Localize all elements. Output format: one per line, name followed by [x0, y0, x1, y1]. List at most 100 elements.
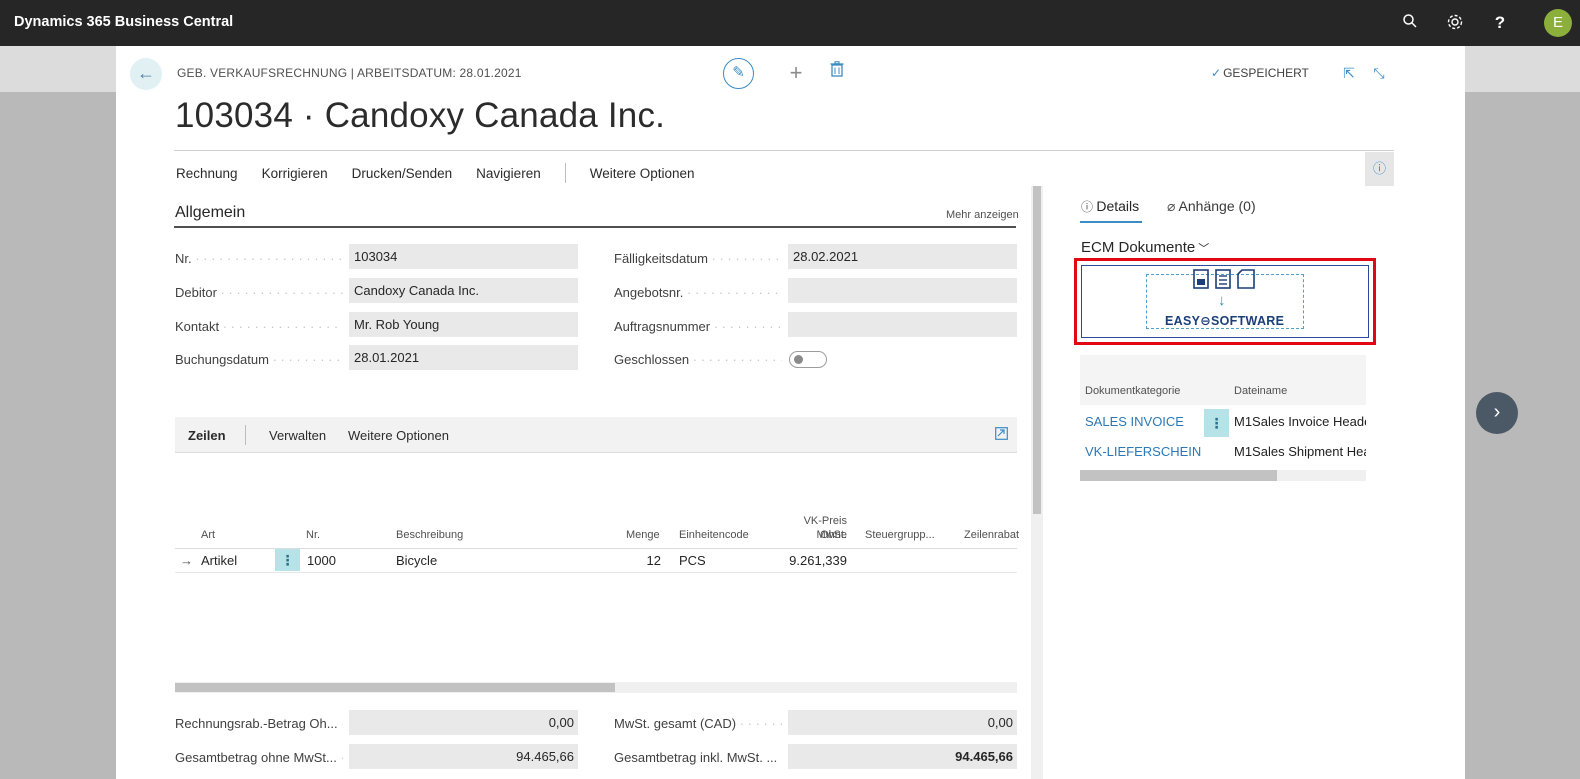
field-label-customer: Debitor: [175, 285, 343, 300]
total-label-excl-vat: Gesamtbetrag ohne MwSt...: [175, 750, 343, 765]
lines-separator: [245, 425, 246, 445]
lines-header: Zeilen Verwalten Weitere Optionen: [175, 417, 1017, 453]
doc-table-header: Dokumentkategorie Dateiname: [1080, 355, 1366, 405]
help-icon[interactable]: ?: [1490, 13, 1510, 33]
tab-underline: [1080, 221, 1142, 223]
col-header-file-name[interactable]: Dateiname: [1234, 385, 1287, 397]
action-navigieren[interactable]: Navigieren: [476, 166, 541, 181]
col-header-description[interactable]: Beschreibung: [396, 528, 463, 542]
doc-category-link[interactable]: VK-LIEFERSCHEIN: [1085, 444, 1201, 459]
field-quote-no[interactable]: [788, 278, 1017, 303]
tab-more-options[interactable]: Weitere Optionen: [348, 428, 449, 443]
field-label-quote-no: Angebotsnr.: [614, 285, 782, 300]
vertical-scrollbar[interactable]: [1031, 186, 1043, 779]
app-bar: Dynamics 365 Business Central ? E: [0, 0, 1580, 46]
col-header-quantity[interactable]: Menge: [626, 528, 660, 542]
cell-quantity[interactable]: 12: [611, 553, 661, 568]
ecm-title-label: ECM Dokumente: [1081, 239, 1196, 256]
col-header-line-discount[interactable]: Zeilenrabat: [964, 528, 1019, 542]
page-title: 103034 · Candoxy Canada Inc.: [175, 96, 666, 135]
col-header-price-line2[interactable]: MwSt.: [777, 528, 847, 542]
gear-icon[interactable]: [1445, 13, 1465, 33]
field-label-order-no: Auftragsnummer: [614, 319, 782, 334]
edit-button[interactable]: ✎: [723, 58, 754, 89]
cell-unit[interactable]: PCS: [679, 553, 706, 568]
total-label-invoice-discount: Rechnungsrab.-Betrag Oh...: [175, 716, 343, 731]
factbox-toggle-info-icon[interactable]: ⓘ: [1365, 152, 1394, 186]
ecm-documents-title[interactable]: ECM Dokumente ﹀: [1081, 239, 1209, 256]
field-order-no[interactable]: [788, 312, 1017, 337]
lines-horizontal-scrollbar[interactable]: [175, 682, 1017, 693]
total-excl-vat: 94.465,66: [349, 744, 578, 769]
show-more-link[interactable]: Mehr anzeigen: [946, 209, 1019, 221]
cell-no[interactable]: 1000: [307, 553, 336, 568]
action-korrigieren[interactable]: Korrigieren: [262, 166, 328, 181]
action-rechnung[interactable]: Rechnung: [176, 166, 238, 181]
next-record-button[interactable]: ›: [1476, 392, 1518, 434]
field-due-date[interactable]: 28.02.2021: [788, 244, 1017, 269]
action-separator: [564, 163, 566, 183]
doc-category-link[interactable]: SALES INVOICE: [1085, 414, 1184, 429]
cell-type[interactable]: Artikel: [201, 553, 237, 568]
invoice-card: ← GEB. VERKAUFSRECHNUNG | ARBEITSDATUM: …: [116, 46, 1465, 779]
field-label-posting-date: Buchungsdatum: [175, 352, 343, 367]
chevron-down-icon: ﹀: [1198, 243, 1210, 255]
col-header-tax-group[interactable]: Steuergrupp...: [865, 528, 935, 542]
lines-subpage: Zeilen Verwalten Weitere Optionen Art Nr…: [175, 417, 1019, 693]
toggle-knob: [794, 355, 803, 364]
closed-toggle[interactable]: [789, 351, 827, 368]
scrollbar-thumb[interactable]: [1080, 470, 1277, 481]
new-button[interactable]: +: [784, 59, 808, 87]
field-posting-date[interactable]: 28.01.2021: [349, 345, 578, 370]
tab-lines[interactable]: Zeilen: [188, 428, 226, 443]
action-bar: Rechnung Korrigieren Drucken/Senden Navi…: [176, 162, 719, 184]
ecm-documents-table: Dokumentkategorie Dateiname SALES INVOIC…: [1080, 355, 1366, 483]
col-header-doc-category[interactable]: Dokumentkategorie: [1085, 385, 1180, 397]
tab-manage[interactable]: Verwalten: [269, 428, 326, 443]
ecm-highlight-box: ↓ EASY⊖SOFTWARE: [1074, 258, 1376, 345]
doc-file-name[interactable]: M1Sales Invoice Header: [1234, 414, 1366, 429]
doc-horizontal-scrollbar[interactable]: [1080, 470, 1366, 481]
section-title-general[interactable]: Allgemein: [175, 204, 245, 222]
collapse-icon[interactable]: ⤡: [1369, 63, 1389, 83]
saved-label: GESPEICHERT: [1223, 66, 1309, 80]
delete-button[interactable]: [827, 61, 847, 85]
action-more-options[interactable]: Weitere Optionen: [590, 166, 695, 181]
action-drucken-senden[interactable]: Drucken/Senden: [352, 166, 453, 181]
field-customer[interactable]: Candoxy Canada Inc.: [349, 278, 578, 303]
easy-software-logo: EASY⊖SOFTWARE: [1165, 314, 1285, 328]
scrollbar-thumb[interactable]: [1033, 186, 1041, 514]
row-menu-button[interactable]: ⋮: [275, 549, 300, 571]
back-button[interactable]: ←: [130, 58, 162, 90]
field-contact[interactable]: Mr. Rob Young: [349, 312, 578, 337]
total-invoice-discount[interactable]: 0,00: [349, 710, 578, 735]
scrollbar-thumb[interactable]: [175, 683, 615, 692]
open-new-window-icon[interactable]: ⇱: [1339, 63, 1359, 83]
doc-file-name[interactable]: M1Sales Shipment Head: [1234, 444, 1366, 459]
easy-software-banner[interactable]: ↓ EASY⊖SOFTWARE: [1081, 265, 1369, 338]
row-divider: [175, 572, 1017, 573]
total-label-incl-vat: Gesamtbetrag inkl. MwSt. ...: [614, 750, 782, 765]
col-header-type[interactable]: Art: [201, 528, 215, 542]
tab-details[interactable]: ⓘ Details: [1081, 198, 1139, 215]
tab-attachments[interactable]: ⌀ Anhänge (0): [1167, 198, 1256, 215]
expand-icon[interactable]: [995, 427, 1009, 441]
search-icon[interactable]: [1400, 13, 1420, 33]
breadcrumb: GEB. VERKAUFSRECHNUNG | ARBEITSDATUM: 28…: [177, 66, 522, 80]
header-divider: [175, 548, 1017, 549]
field-label-due-date: Fälligkeitsdatum: [614, 251, 782, 266]
avatar[interactable]: E: [1544, 9, 1572, 37]
col-header-unit[interactable]: Einheitencode: [679, 528, 749, 542]
info-icon: ⓘ: [1081, 200, 1097, 214]
cell-price[interactable]: 9.261,339: [757, 553, 847, 568]
saved-status: ✓ GESPEICHERT: [1211, 66, 1309, 80]
doc-row-menu-button[interactable]: ⋮: [1204, 409, 1229, 437]
col-header-no[interactable]: Nr.: [306, 528, 320, 542]
field-no[interactable]: 103034: [349, 244, 578, 269]
divider: [174, 150, 1394, 151]
arrow-down-icon: ↓: [1218, 292, 1226, 309]
row-arrow-icon: →: [180, 553, 193, 568]
total-vat: 0,00: [788, 710, 1017, 735]
total-incl-vat: 94.465,66: [788, 744, 1017, 769]
cell-description[interactable]: Bicycle: [396, 553, 437, 568]
